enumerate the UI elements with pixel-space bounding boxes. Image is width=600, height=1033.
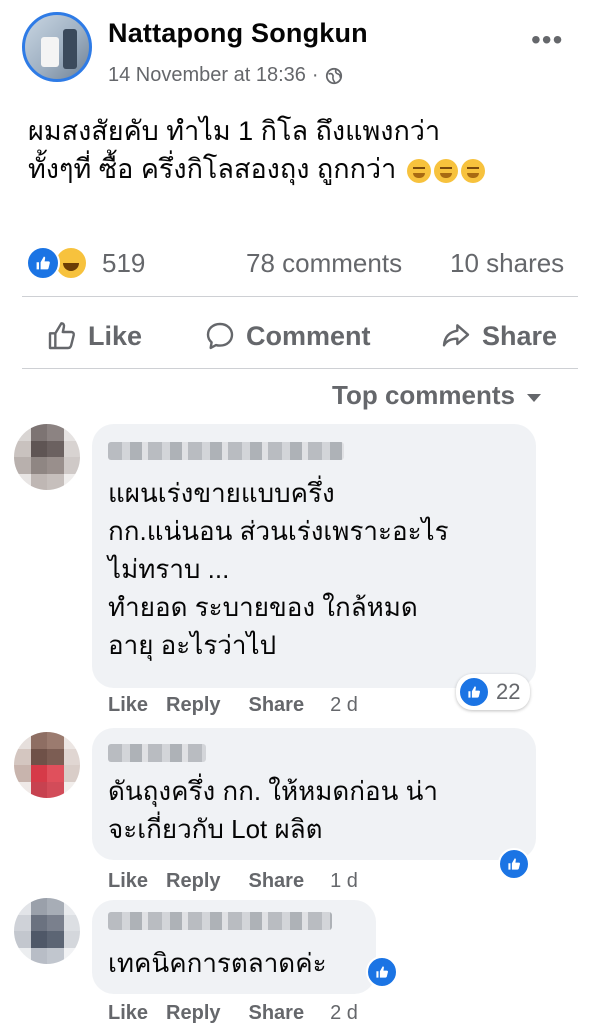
caret-down-icon (526, 393, 541, 402)
more-options-icon[interactable]: ••• (531, 26, 563, 54)
thinking-face-icon (460, 158, 485, 183)
commenter-avatar[interactable] (14, 424, 80, 490)
reaction-icons[interactable] (26, 246, 88, 280)
comment-share-link[interactable]: Share (249, 870, 305, 893)
comment-share-link[interactable]: Share (249, 1002, 305, 1025)
comment-actions: Like Reply Share 2 d (108, 694, 358, 717)
comment-text: ดันถุงครึ่ง กก. ให้หมดก่อน น่า จะเกี่ยวก… (108, 776, 439, 844)
comment-reply-link[interactable]: Reply (166, 870, 220, 893)
like-reaction-icon (26, 246, 60, 280)
comment-sort-dropdown[interactable]: Top comments (332, 380, 541, 411)
comment-actions: Like Reply Share 2 d (108, 1002, 358, 1025)
post-text-line: ผมสงสัยคับ ทำไม 1 กิโล ถึงแพงกว่า (28, 116, 441, 146)
like-reaction-icon[interactable] (498, 848, 530, 880)
comment-like-link[interactable]: Like (108, 1002, 148, 1025)
comment-bubble: ดันถุงครึ่ง กก. ให้หมดก่อน น่า จะเกี่ยวก… (92, 728, 536, 860)
comment-text: เทคนิคการตลาดค่ะ (108, 948, 327, 978)
post-text-line: ทั้งๆที่ ซื้อ ครึ่งกิโลสองถุง ถูกกว่า (28, 150, 588, 188)
globe-icon (325, 67, 342, 84)
divider (22, 368, 578, 369)
share-arrow-icon (442, 324, 470, 347)
dot-separator: · (311, 64, 319, 86)
thinking-face-icon (406, 158, 431, 183)
reaction-count[interactable]: 519 (102, 248, 145, 279)
commenter-avatar[interactable] (14, 732, 80, 798)
author-avatar[interactable] (22, 12, 92, 82)
post-meta: 14 November at 18:36 · (108, 64, 343, 87)
share-count[interactable]: 10 shares (450, 248, 564, 279)
post-body: ผมสงสัยคับ ทำไม 1 กิโล ถึงแพงกว่า ทั้งๆท… (28, 112, 588, 188)
like-reaction-icon (458, 676, 490, 708)
comment-button[interactable]: Comment (204, 316, 371, 356)
commenter-avatar[interactable] (14, 898, 80, 964)
comment-timestamp[interactable]: 1 d (330, 870, 358, 893)
like-button[interactable]: Like (46, 316, 142, 356)
comment-icon (206, 322, 234, 350)
comment-like-link[interactable]: Like (108, 694, 148, 717)
comment-actions: Like Reply Share 1 d (108, 870, 358, 893)
comment-count[interactable]: 78 comments (246, 248, 402, 279)
comment-reaction-count[interactable]: 22 (456, 674, 531, 710)
comment-reply-link[interactable]: Reply (166, 694, 220, 717)
comment-timestamp[interactable]: 2 d (330, 694, 358, 717)
comment-share-link[interactable]: Share (249, 694, 305, 717)
thinking-face-icon (433, 158, 458, 183)
commenter-name-redacted[interactable] (108, 744, 206, 762)
comment-bubble: เทคนิคการตลาดค่ะ (92, 900, 376, 994)
post-author-name[interactable]: Nattapong Songkun (108, 18, 368, 49)
thumbs-up-icon (48, 322, 76, 350)
comment-reply-link[interactable]: Reply (166, 1002, 220, 1025)
comment-like-link[interactable]: Like (108, 870, 148, 893)
commenter-name-redacted[interactable] (108, 912, 332, 930)
share-button[interactable]: Share (440, 316, 557, 356)
comment-timestamp[interactable]: 2 d (330, 1002, 358, 1025)
divider (22, 296, 578, 297)
like-reaction-icon[interactable] (366, 956, 398, 988)
commenter-name-redacted[interactable] (108, 442, 344, 460)
comment-text: แผนเร่งขายแบบครึ่ง กก.แน่นอน ส่วนเร่งเพร… (108, 478, 449, 660)
post-timestamp[interactable]: 14 November at 18:36 (108, 64, 306, 87)
comment-bubble: แผนเร่งขายแบบครึ่ง กก.แน่นอน ส่วนเร่งเพร… (92, 424, 536, 688)
